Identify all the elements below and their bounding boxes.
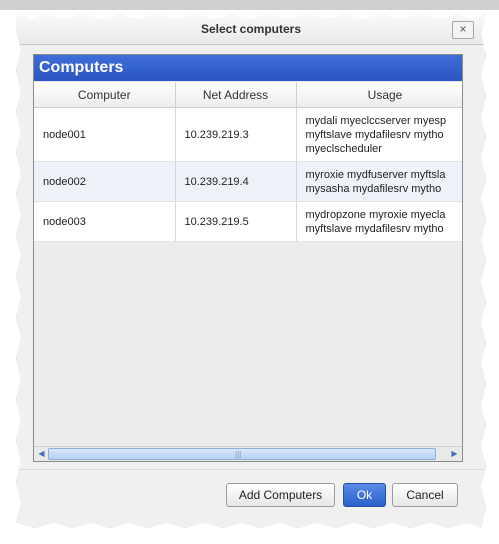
scroll-right-arrow-icon[interactable]: ▶ [448, 448, 461, 460]
scroll-left-arrow-icon[interactable]: ◀ [35, 448, 48, 460]
cell-net-address: 10.239.219.5 [175, 201, 297, 242]
cell-computer: node003 [34, 201, 176, 242]
dialog-title: Select computers [200, 22, 302, 36]
column-header-usage[interactable]: Usage [296, 82, 462, 108]
add-computers-button[interactable]: Add Computers [226, 483, 335, 507]
ok-button[interactable]: Ok [343, 483, 386, 507]
table-row[interactable]: node002 10.239.219.4 myroxie mydfuserver… [34, 161, 462, 202]
dialog-footer: Add Computers Ok Cancel [16, 469, 486, 528]
cell-usage: myroxie mydfuserver myftsla mysasha myda… [296, 161, 462, 202]
select-computers-dialog: Select computers × Computers Computer Ne… [16, 14, 486, 528]
computers-table: Computer Net Address Usage node001 10.23… [34, 82, 462, 242]
computers-grid: Computer Net Address Usage node001 10.23… [34, 82, 462, 432]
scrollbar-thumb[interactable]: ||| [48, 448, 436, 460]
column-header-computer[interactable]: Computer [34, 82, 176, 108]
usage-line: mydali myeclccserver myesp [305, 114, 447, 127]
column-header-net-address[interactable]: Net Address [175, 82, 297, 108]
table-row[interactable]: node001 10.239.219.3 mydali myeclccserve… [34, 107, 462, 162]
cell-computer: node002 [34, 161, 176, 202]
dialog-titlebar: Select computers × [16, 14, 486, 45]
table-row[interactable]: node003 10.239.219.5 mydropzone myroxie … [34, 201, 462, 242]
horizontal-scrollbar[interactable]: ◀ ||| ▶ [34, 446, 462, 461]
usage-line: myftslave mydafilesrv mytho [305, 222, 444, 235]
scrollbar-grip-icon: ||| [235, 450, 242, 459]
cancel-button[interactable]: Cancel [392, 483, 458, 507]
computers-panel: Computers Computer Net Address Usage nod… [33, 54, 463, 462]
cell-usage: mydali myeclccserver myesp myftslave myd… [296, 107, 462, 162]
cell-net-address: 10.239.219.3 [175, 107, 297, 162]
usage-line: mydropzone myroxie myecla [305, 208, 446, 221]
usage-line: mysasha mydafilesrv mytho [305, 182, 442, 195]
usage-line: myftslave mydafilesrv mytho [305, 128, 444, 141]
usage-line: myroxie mydfuserver myftsla [305, 168, 446, 181]
close-icon[interactable]: × [452, 21, 474, 39]
usage-line: myeclscheduler [305, 142, 382, 155]
panel-title: Computers [34, 55, 462, 81]
background-window-strip [0, 0, 499, 10]
cell-computer: node001 [34, 107, 176, 162]
cell-usage: mydropzone myroxie myecla myftslave myda… [296, 201, 462, 242]
cell-net-address: 10.239.219.4 [175, 161, 297, 202]
